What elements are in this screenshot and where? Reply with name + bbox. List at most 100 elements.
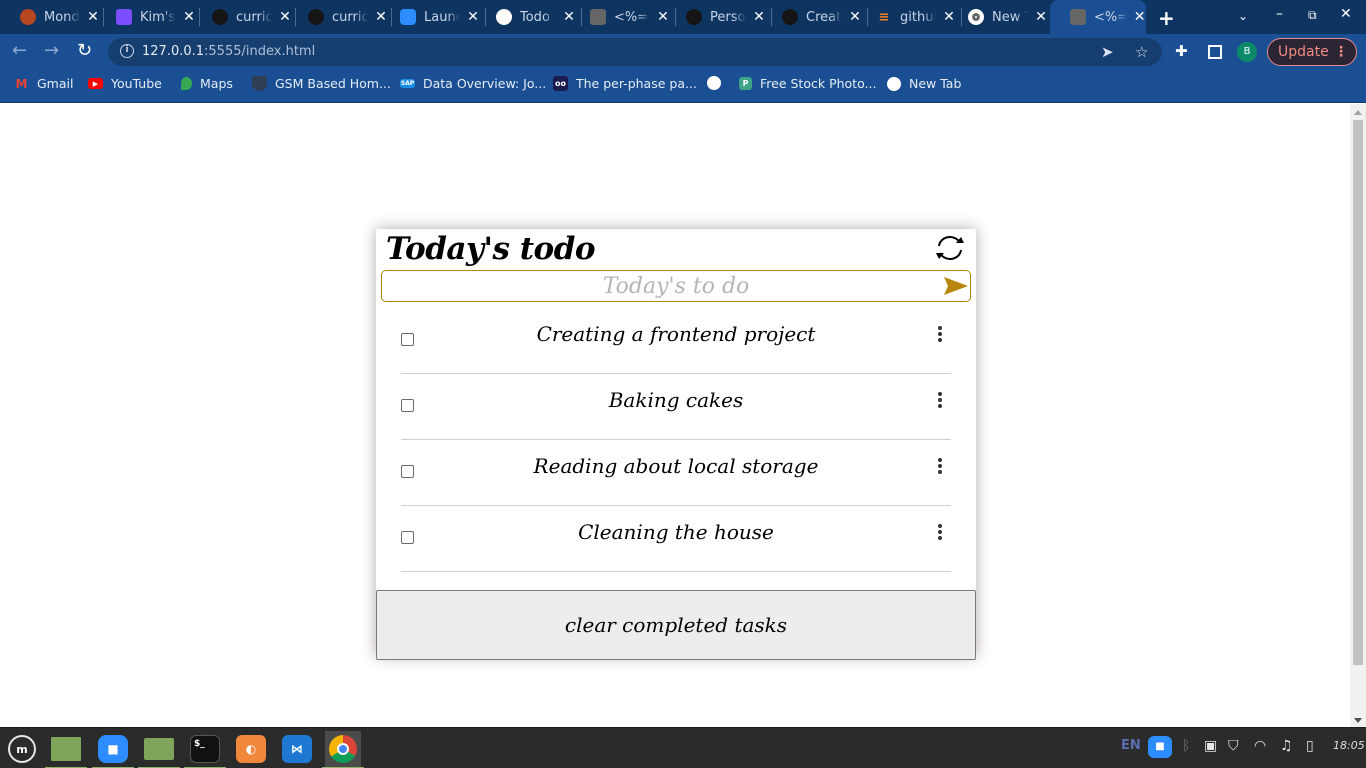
todo-text[interactable]: Cleaning the house bbox=[441, 520, 911, 544]
github-icon bbox=[782, 9, 798, 25]
side-panel-icon[interactable] bbox=[1208, 45, 1222, 59]
send-icon[interactable]: ➤ bbox=[1101, 43, 1114, 61]
scroll-up-icon[interactable] bbox=[1354, 110, 1362, 115]
todo-card: Today's todo Creating a frontend project bbox=[376, 229, 976, 660]
close-tab-icon[interactable]: ✕ bbox=[1034, 9, 1048, 25]
browser-tab[interactable]: Monday ✕ bbox=[0, 0, 104, 34]
browser-tab[interactable]: Personal ✕ bbox=[666, 0, 772, 34]
zoom-icon bbox=[400, 9, 416, 25]
battery-icon[interactable]: ▯ bbox=[1306, 738, 1314, 754]
url-path: :5555/index.html bbox=[204, 44, 316, 59]
bookmark-label: YouTube bbox=[111, 76, 162, 91]
todo-item: Baking cakes bbox=[401, 374, 951, 440]
browser-tab[interactable]: curriculum ✕ bbox=[288, 0, 392, 34]
todo-item-menu-icon[interactable] bbox=[935, 390, 945, 410]
browser-tab[interactable]: ≡ github ✕ bbox=[856, 0, 962, 34]
bluetooth-icon[interactable]: ᛒ bbox=[1182, 738, 1190, 754]
back-icon[interactable]: ← bbox=[12, 40, 27, 61]
todo-item-menu-icon[interactable] bbox=[935, 456, 945, 476]
terminal-icon: $_ bbox=[190, 735, 220, 763]
taskbar-chrome[interactable] bbox=[322, 731, 364, 768]
browser-tab[interactable]: curriculum ✕ bbox=[192, 0, 296, 34]
taskbar-firefox[interactable]: ◐ bbox=[233, 731, 269, 767]
bookmark-new-tab[interactable]: New Tab bbox=[887, 76, 961, 91]
scroll-down-icon[interactable] bbox=[1354, 718, 1362, 723]
browser-tab[interactable]: New Tab ✕ bbox=[948, 0, 1050, 34]
bookmark-gmail[interactable]: M Gmail bbox=[14, 76, 74, 91]
browser-tab[interactable]: Kim's ✕ bbox=[96, 0, 200, 34]
more-menu-icon[interactable]: ⋮ bbox=[1334, 39, 1348, 65]
todo-item: Cleaning the house bbox=[401, 506, 951, 572]
browser-tab[interactable]: Todo ✕ bbox=[476, 0, 582, 34]
tab-search-chevron-icon[interactable]: ⌄ bbox=[1238, 9, 1248, 23]
bookmark-globe[interactable] bbox=[707, 76, 729, 90]
bookmark-free-stock-photos[interactable]: P Free Stock Photo... bbox=[739, 76, 876, 91]
reload-icon[interactable]: ↻ bbox=[77, 40, 92, 61]
zoom-tray-icon[interactable]: ■ bbox=[1148, 736, 1172, 758]
clock[interactable]: 18:05 bbox=[1333, 739, 1365, 752]
todo-item-menu-icon[interactable] bbox=[935, 522, 945, 542]
scrollbar-thumb[interactable] bbox=[1353, 120, 1363, 665]
site-info-icon[interactable]: i bbox=[120, 44, 134, 58]
show-desktop-button[interactable] bbox=[45, 731, 87, 768]
tab-title: Todo bbox=[520, 9, 550, 25]
extensions-icon[interactable]: ✚ bbox=[1175, 42, 1188, 60]
taskbar-vscode[interactable]: ⋈ bbox=[279, 731, 315, 767]
browser-tab[interactable]: Create ✕ bbox=[762, 0, 868, 34]
browser-tab[interactable]: <%= h ✕ bbox=[570, 0, 676, 34]
address-bar[interactable]: i 127.0.0.1:5555/index.html ➤ ☆ bbox=[108, 38, 1162, 66]
todo-input[interactable] bbox=[382, 271, 970, 301]
tab-title: Kim's bbox=[140, 9, 176, 25]
glasses-icon: oo bbox=[553, 76, 568, 91]
desktop-icon bbox=[51, 737, 81, 761]
tab-title: Create bbox=[806, 9, 842, 25]
tab-title: curriculum bbox=[332, 9, 368, 25]
wifi-icon[interactable]: ◠ bbox=[1254, 738, 1266, 754]
bookmark-star-icon[interactable]: ☆ bbox=[1135, 43, 1148, 61]
todo-text[interactable]: Baking cakes bbox=[441, 388, 911, 412]
todo-checkbox[interactable] bbox=[401, 399, 414, 412]
todo-checkbox[interactable] bbox=[401, 333, 414, 346]
update-button[interactable]: Update ⋮ bbox=[1267, 38, 1357, 66]
bookmark-maps[interactable]: Maps bbox=[181, 76, 233, 91]
bookmark-youtube[interactable]: ▶ YouTube bbox=[88, 76, 162, 91]
new-tab-button[interactable]: + bbox=[1158, 6, 1175, 30]
update-shield-icon[interactable]: ⛉ bbox=[1228, 738, 1239, 754]
taskbar-terminal[interactable]: $_ bbox=[184, 731, 226, 768]
profile-avatar[interactable]: B bbox=[1237, 42, 1257, 62]
todo-text[interactable]: Reading about local storage bbox=[441, 454, 911, 478]
browser-tab-active[interactable]: <%= h ✕ bbox=[1050, 0, 1146, 34]
bookmark-per-phase[interactable]: oo The per-phase pa... bbox=[553, 76, 697, 91]
mint-menu-button[interactable]: m bbox=[4, 731, 40, 767]
bookmark-sap[interactable]: SAP Data Overview: Jo... bbox=[400, 76, 546, 91]
firefox-icon: ◐ bbox=[236, 735, 266, 763]
todo-input-wrapper bbox=[381, 270, 971, 302]
clipboard-icon[interactable]: ▣ bbox=[1204, 738, 1217, 754]
taskbar-files[interactable] bbox=[138, 731, 180, 768]
submit-todo-button[interactable] bbox=[942, 275, 970, 297]
keyboard-layout-indicator[interactable]: EN bbox=[1121, 738, 1141, 753]
page-content: Today's todo Creating a frontend project bbox=[0, 104, 1350, 727]
browser-tab[interactable]: Launch ✕ bbox=[380, 0, 486, 34]
github-icon bbox=[308, 9, 324, 25]
tab-title: github bbox=[900, 9, 936, 25]
todo-checkbox[interactable] bbox=[401, 465, 414, 478]
close-window-icon[interactable]: ✕ bbox=[1340, 6, 1352, 22]
taskbar-zoom[interactable]: ■ bbox=[92, 731, 134, 768]
refresh-button[interactable] bbox=[934, 233, 966, 263]
minimize-icon[interactable]: – bbox=[1276, 6, 1283, 22]
todo-checkbox[interactable] bbox=[401, 531, 414, 544]
restore-icon[interactable]: ⧉ bbox=[1308, 8, 1317, 23]
linux-mint-icon: m bbox=[8, 735, 36, 763]
bookmark-gsm[interactable]: GSM Based Hom... bbox=[252, 76, 391, 91]
todo-item-menu-icon[interactable] bbox=[935, 324, 945, 344]
bookmark-label: Gmail bbox=[37, 76, 74, 91]
gmail-icon: M bbox=[15, 76, 28, 91]
url-text[interactable]: 127.0.0.1:5555/index.html bbox=[142, 44, 315, 59]
forward-icon[interactable]: → bbox=[44, 40, 59, 61]
todo-text[interactable]: Creating a frontend project bbox=[441, 322, 911, 346]
close-tab-icon[interactable]: ✕ bbox=[1133, 9, 1146, 25]
sound-icon[interactable]: ♫ bbox=[1280, 738, 1293, 754]
clear-completed-button[interactable]: clear completed tasks bbox=[376, 590, 976, 660]
page-scrollbar[interactable] bbox=[1350, 104, 1366, 727]
